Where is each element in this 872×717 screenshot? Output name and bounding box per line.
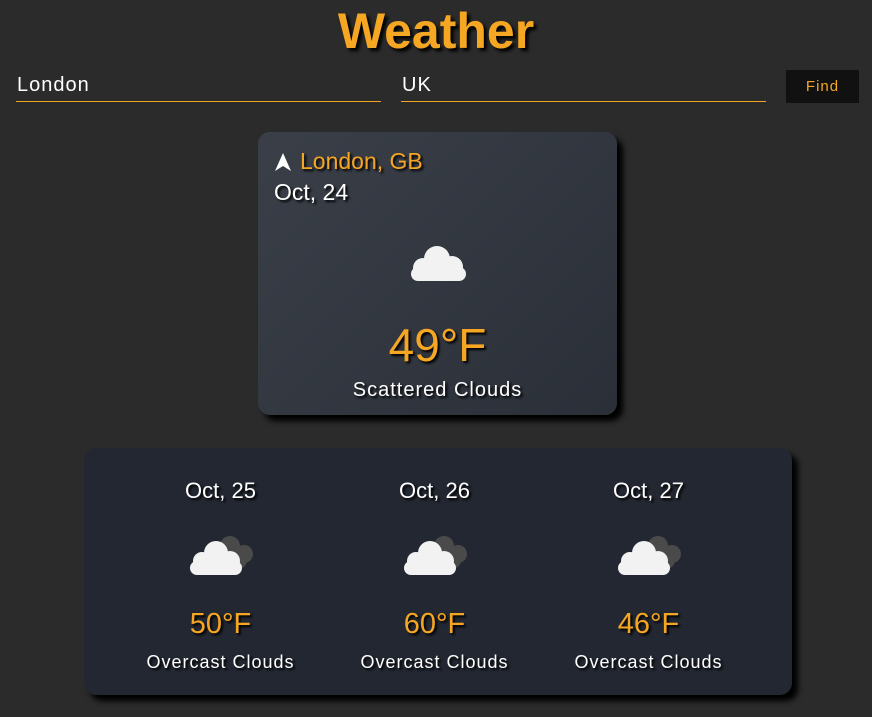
scattered-clouds-icon [411,246,466,281]
forecast-date: Oct, 26 [399,478,470,503]
location-label: London, GB [300,148,423,174]
location-arrow-icon [275,152,291,171]
forecast-temperature: 46°F [617,608,680,640]
current-description: Scattered Clouds [352,379,523,401]
forecast-temperature: 60°F [403,608,466,640]
find-button[interactable]: Find [786,70,859,103]
forecast-date: Oct, 27 [613,478,684,503]
country-input[interactable] [401,70,767,100]
app-title: Weather [337,3,535,59]
forecast-description: Overcast Clouds [574,652,723,672]
overcast-clouds-icon [404,536,467,575]
forecast-description: Overcast Clouds [146,652,295,672]
forecast-temperature: 50°F [189,608,252,640]
city-input[interactable] [16,70,382,100]
forecast-day: Oct, 26 60°F Overcast Clouds [327,448,542,695]
forecast-card: Oct, 25 50°F Overcast Clouds Oct, 26 60°… [84,448,792,695]
forecast-description: Overcast Clouds [360,652,509,672]
country-field-wrapper [401,70,767,102]
forecast-day: Oct, 25 50°F Overcast Clouds [113,448,328,695]
current-date: Oct, 24 [274,179,349,205]
overcast-clouds-icon [190,536,253,575]
forecast-date: Oct, 25 [185,478,256,503]
current-weather-card: London, GB Oct, 24 49°F Scattered Clouds [258,132,617,415]
overcast-clouds-icon [618,536,681,575]
current-temperature: 49°F [388,319,487,371]
forecast-day: Oct, 27 46°F Overcast Clouds [541,448,756,695]
city-field-wrapper [16,70,382,102]
current-location: London, GB [274,148,423,175]
